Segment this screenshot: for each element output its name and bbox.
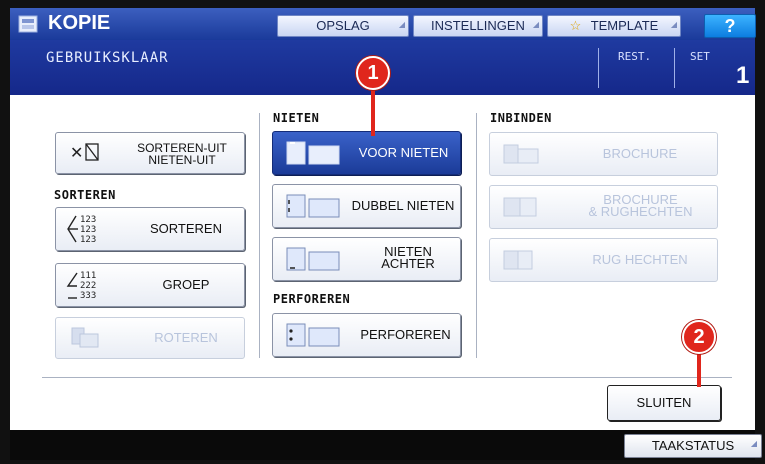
arrow-icon: ◢ (750, 439, 757, 448)
svg-text:123: 123 (80, 215, 96, 225)
group-icon: 111 222 333 (66, 271, 96, 301)
sort-button[interactable]: 123 123 123 SORTEREN (55, 207, 245, 251)
instellingen-button[interactable]: INSTELLINGEN ◢ (413, 15, 543, 37)
brochure-saddle-button[interactable]: BROCHURE & RUGHECHTEN (489, 185, 718, 229)
help-label: ? (724, 16, 736, 36)
template-button[interactable]: ☆ TEMPLATE ◢ (547, 15, 681, 37)
staple-section-label: NIETEN (273, 111, 320, 125)
rotate-label: ROTEREN (154, 330, 218, 345)
status-message: GEBRUIKSKLAAR (46, 50, 169, 66)
svg-text:222: 222 (80, 281, 96, 291)
set-count: 1 (736, 62, 750, 89)
finishing-panel: ✕ SORTEREN-UIT NIETEN-UIT SORTEREN 123 1… (10, 95, 755, 430)
front-staple-button[interactable]: VOOR NIETEN (272, 131, 461, 175)
front-staple-icon (286, 141, 340, 165)
saddle-stitch-icon (503, 250, 533, 270)
divider (598, 48, 599, 88)
job-status-button[interactable]: TAAKSTATUS ◢ (624, 434, 762, 458)
back-staple-label-2: ACHTER (381, 256, 435, 271)
bottom-bar: TAAKSTATUS ◢ (10, 430, 762, 460)
arrow-icon: ◢ (670, 20, 677, 29)
close-button[interactable]: SLUITEN (607, 385, 721, 421)
punch-icon (286, 323, 340, 347)
app-title: KOPIE (48, 12, 111, 34)
double-staple-icon (286, 194, 340, 218)
sort-none-label-2: NIETEN-UIT (148, 153, 216, 167)
punch-label: PERFOREREN (360, 327, 451, 342)
rest-label: REST. (618, 50, 652, 63)
double-staple-button[interactable]: DUBBEL NIETEN (272, 184, 461, 228)
svg-text:111: 111 (80, 271, 96, 281)
arrow-icon: ◢ (398, 20, 405, 29)
svg-text:123: 123 (80, 225, 96, 235)
callout-two: 2 (682, 320, 716, 354)
group-button[interactable]: 111 222 333 GROEP (55, 263, 245, 307)
saddle-stitch-label: RUG HECHTEN (592, 252, 688, 267)
brochure-saddle-icon (503, 197, 537, 217)
brochure-label: BROCHURE (602, 146, 678, 161)
opslag-label: OPSLAG (316, 18, 370, 33)
template-label: TEMPLATE (590, 18, 659, 33)
opslag-button[interactable]: OPSLAG ◢ (277, 15, 409, 37)
svg-text:333: 333 (80, 291, 96, 301)
svg-text:123: 123 (80, 235, 96, 245)
job-status-label: TAAKSTATUS (651, 438, 735, 453)
instellingen-label: INSTELLINGEN (431, 18, 525, 33)
title-bar: KOPIE OPSLAG ◢ INSTELLINGEN ◢ ☆ TEMPLATE… (10, 8, 756, 40)
sort-icon: 123 123 123 (67, 215, 96, 245)
help-button[interactable]: ? (704, 14, 756, 38)
rotate-button[interactable]: ROTEREN (55, 317, 245, 359)
brochure-saddle-label-2: & RUGHECHTEN (588, 204, 693, 219)
bind-section-label: INBINDEN (490, 111, 552, 125)
close-label: SLUITEN (636, 395, 692, 410)
double-staple-label: DUBBEL NIETEN (351, 198, 455, 213)
svg-text:✕: ✕ (70, 143, 83, 162)
brochure-icon (503, 144, 539, 164)
arrow-icon: ◢ (532, 20, 539, 29)
rotate-icon (71, 327, 99, 348)
callout-two-label: 2 (693, 326, 705, 348)
group-label: GROEP (162, 277, 210, 292)
no-sort-icon: ✕ (70, 143, 99, 162)
sort-label: SORTEREN (150, 221, 222, 236)
front-staple-label: VOOR NIETEN (358, 145, 449, 160)
sort-none-button[interactable]: ✕ SORTEREN-UIT NIETEN-UIT (55, 132, 245, 174)
star-icon: ☆ (569, 18, 582, 33)
back-staple-icon (286, 247, 340, 271)
sort-section-label: SORTEREN (54, 188, 116, 202)
set-label: SET (690, 50, 710, 63)
saddle-stitch-button[interactable]: RUG HECHTEN (489, 238, 718, 282)
divider (674, 48, 675, 88)
back-staple-button[interactable]: NIETEN ACHTER (272, 237, 461, 281)
callout-one-label: 1 (367, 62, 379, 84)
column-divider (476, 113, 477, 358)
callout-one: 1 (356, 56, 390, 90)
copier-icon (18, 15, 38, 33)
punch-button[interactable]: PERFOREREN (272, 313, 461, 357)
column-divider (259, 113, 260, 358)
brochure-button[interactable]: BROCHURE (489, 132, 718, 176)
punch-section-label: PERFOREREN (273, 292, 351, 306)
screen-frame: KOPIE OPSLAG ◢ INSTELLINGEN ◢ ☆ TEMPLATE… (0, 0, 765, 464)
footer-divider (42, 377, 732, 378)
